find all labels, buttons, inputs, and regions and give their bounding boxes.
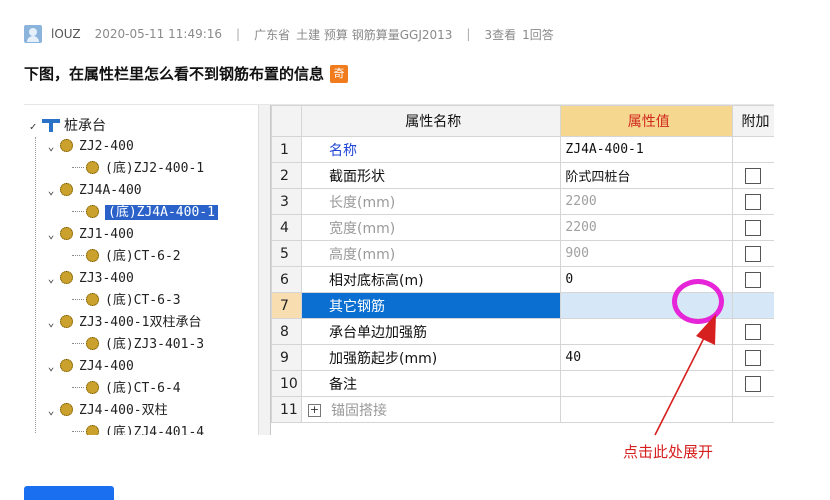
answer-button[interactable]: [24, 486, 114, 500]
annotation-arrow: [654, 314, 716, 436]
annotation-text: 点击此处展开: [623, 443, 714, 461]
